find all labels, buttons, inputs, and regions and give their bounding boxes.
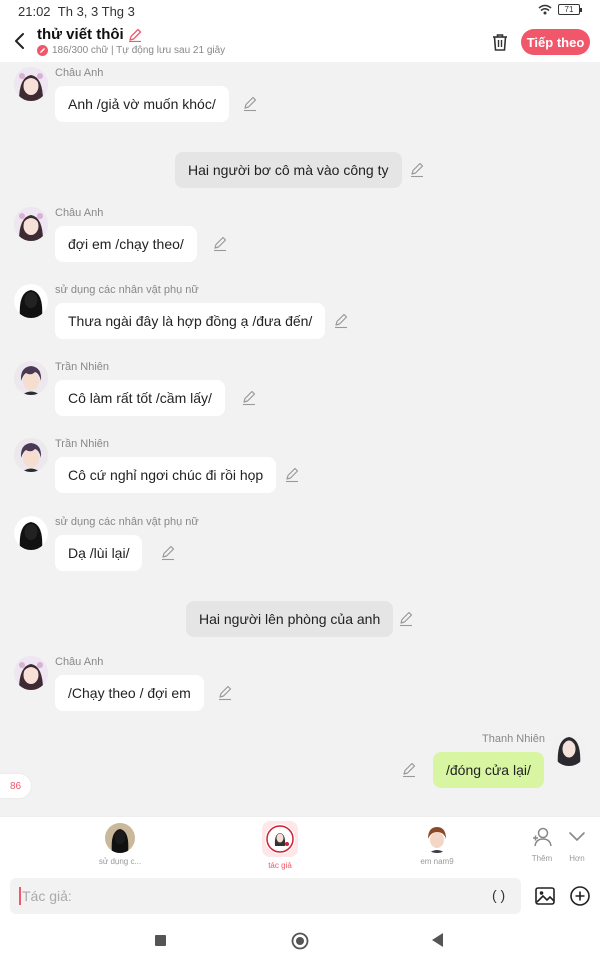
avatar-female-npc[interactable] xyxy=(14,284,48,318)
edit-pencil-icon[interactable] xyxy=(217,685,233,701)
image-icon[interactable] xyxy=(534,885,556,907)
next-button[interactable]: Tiếp theo xyxy=(521,29,590,55)
add-character-button[interactable]: Thêm xyxy=(530,825,554,863)
narration-bubble[interactable]: Hai người bơ cô mà vào công ty xyxy=(175,152,402,188)
battery-icon: 71 xyxy=(558,4,582,15)
chevron-down-icon xyxy=(569,832,585,842)
my-message-bubble[interactable]: /đóng cửa lại/ xyxy=(433,752,544,788)
message-bubble[interactable]: đợi em /chạy theo/ xyxy=(55,226,197,262)
home-circle-icon[interactable] xyxy=(291,932,309,950)
message-bubble[interactable]: Anh /giả vờ muốn khóc/ xyxy=(55,86,229,122)
editor-header: thử viết thôi 186/300 chữ | Tự động lưu … xyxy=(0,24,600,62)
message-bubble[interactable]: Cô cứ nghỉ ngơi chúc đi rồi họp xyxy=(55,457,277,493)
avatar-chau-anh[interactable] xyxy=(14,207,48,241)
more-label: Hơn xyxy=(569,854,585,863)
character-female-npc[interactable]: sử dụng c... xyxy=(80,821,160,866)
wifi-icon xyxy=(538,4,552,15)
text-caret xyxy=(19,887,21,905)
word-count-text: 186/300 chữ | Tự động lưu sau 21 giây xyxy=(52,45,226,56)
edit-pencil-icon[interactable] xyxy=(212,236,228,252)
message-input[interactable] xyxy=(10,878,521,914)
system-nav-bar xyxy=(0,920,600,960)
edit-pencil-icon[interactable] xyxy=(333,313,349,329)
trash-icon[interactable] xyxy=(490,32,510,52)
sender-name: Trần Nhiên xyxy=(55,438,110,450)
edit-pencil-icon[interactable] xyxy=(284,467,300,483)
system-icons: 71 xyxy=(538,4,582,15)
character-avatar xyxy=(105,823,135,853)
avatar-tran-nhien[interactable] xyxy=(14,361,48,395)
sender-name: sử dụng các nhân vật phụ nữ xyxy=(55,516,199,528)
edit-pencil-icon[interactable] xyxy=(398,611,414,627)
edit-badge-icon xyxy=(37,45,48,56)
edit-pencil-icon[interactable] xyxy=(242,96,258,112)
sender-name: Châu Anh xyxy=(55,207,104,219)
edit-pencil-icon[interactable] xyxy=(409,162,425,178)
message-bubble[interactable]: /Chạy theo / đợi em xyxy=(55,675,204,711)
recents-square-icon[interactable] xyxy=(155,935,166,946)
message-counter-badge[interactable]: 86 xyxy=(0,774,31,798)
add-label: Thêm xyxy=(531,854,553,863)
pencil-icon[interactable] xyxy=(128,28,142,42)
character-label: tác giả xyxy=(268,861,292,870)
story-title-text: thử viết thôi xyxy=(37,26,124,43)
sender-name: Châu Anh xyxy=(55,656,104,668)
add-circle-icon[interactable] xyxy=(569,885,591,907)
more-button[interactable]: Hơn xyxy=(567,825,587,863)
sender-name: sử dụng các nhân vật phụ nữ xyxy=(55,284,199,296)
sender-name: Châu Anh xyxy=(55,67,104,79)
character-avatar xyxy=(422,823,452,853)
back-triangle-icon[interactable] xyxy=(430,932,444,948)
message-bubble[interactable]: Thưa ngài đây là hợp đồng ạ /đưa đến/ xyxy=(55,303,326,339)
status-time: 21:02 Th 3, 3 Thg 3 xyxy=(18,4,135,19)
avatar-female-npc[interactable] xyxy=(14,516,48,550)
add-person-icon xyxy=(533,827,552,847)
character-author[interactable]: tác giả xyxy=(240,821,320,870)
sender-name: Trần Nhiên xyxy=(55,361,110,373)
avatar-chau-anh[interactable] xyxy=(14,67,48,101)
character-label: sử dụng c... xyxy=(98,857,142,866)
sender-name: Thanh Nhiên xyxy=(482,733,545,745)
edit-pencil-icon[interactable] xyxy=(401,762,417,778)
avatar-chau-anh[interactable] xyxy=(14,656,48,690)
character-em-nam9[interactable]: em nam9 xyxy=(397,821,477,866)
message-bubble[interactable]: Cô làm rất tốt /cầm lấy/ xyxy=(55,380,225,416)
avatar-thanh-nhien[interactable] xyxy=(552,732,586,766)
composer-bar: ( ) xyxy=(0,872,600,920)
narration-bubble[interactable]: Hai người lên phòng của anh xyxy=(186,601,394,637)
edit-pencil-icon[interactable] xyxy=(160,545,176,561)
character-selector: sử dụng c... tác giả em nam9 Thêm Hơn xyxy=(0,816,600,872)
chat-area[interactable]: Châu Anh Anh /giả vờ muốn khóc/ Hai ngườ… xyxy=(0,62,600,816)
status-bar: 21:02 Th 3, 3 Thg 3 71 xyxy=(0,0,600,24)
edit-pencil-icon[interactable] xyxy=(241,390,257,406)
message-bubble[interactable]: Dạ /lùi lại/ xyxy=(55,535,143,571)
character-avatar xyxy=(262,821,298,857)
character-label: em nam9 xyxy=(420,857,454,866)
back-arrow-icon[interactable] xyxy=(10,30,30,52)
parentheses-button[interactable]: ( ) xyxy=(492,887,505,903)
story-title[interactable]: thử viết thôi xyxy=(37,26,225,43)
avatar-tran-nhien[interactable] xyxy=(14,438,48,472)
word-count-line: 186/300 chữ | Tự động lưu sau 21 giây xyxy=(37,45,225,56)
